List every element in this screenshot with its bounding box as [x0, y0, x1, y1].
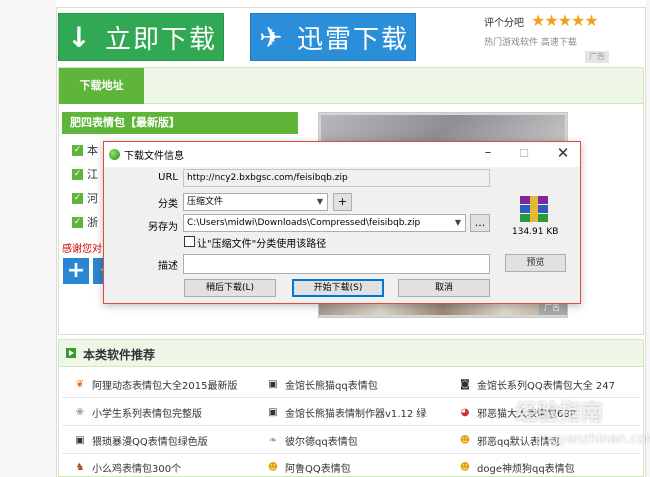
browse-button[interactable]: ... [470, 214, 490, 232]
list-item[interactable]: ◙ 金馆长系列QQ表情包大全 247 [459, 377, 615, 393]
thanks-text: 感谢您对 [62, 244, 102, 255]
app-icon: ▣ [268, 406, 278, 418]
download-now-button[interactable]: ↓ 立即下载 [58, 13, 224, 61]
divider [62, 453, 640, 454]
close-icon[interactable]: ✕ [553, 144, 573, 162]
list-item[interactable]: ❧ 彼尔德qq表情包 [267, 433, 358, 449]
minimize-icon[interactable]: – [478, 145, 498, 160]
saveas-label: 另存为 [148, 222, 178, 233]
download-link-row[interactable]: ✓ 浙 [72, 214, 98, 230]
maximize-icon[interactable]: ☐ [514, 147, 534, 160]
list-item[interactable]: ▣ 金馆长熊猫qq表情包 [267, 377, 377, 393]
download-link-row[interactable]: ✓ 河 [72, 190, 98, 206]
app-icon: ◕ [460, 406, 470, 418]
recommend-header: 本类软件推荐 [59, 340, 643, 367]
chevron-down-icon: ▼ [316, 197, 323, 206]
start-download-button[interactable]: 开始下载(S) [292, 279, 384, 297]
app-icon: ◙ [460, 378, 470, 390]
file-size: 134.91 KB [512, 227, 559, 237]
list-item[interactable]: ❦ 阿狸动态表情包大全2015最新版 [74, 377, 238, 393]
play-icon [66, 348, 76, 358]
rate-label: 评个分吧 [484, 18, 524, 29]
app-icon: ▣ [268, 378, 278, 390]
watermark: 经验指南 [515, 401, 604, 426]
list-item[interactable]: ☻ doge神烦狗qq表情包 [459, 460, 575, 476]
preview-button[interactable]: 预览 [505, 254, 566, 272]
dialog-title: 下载文件信息 [124, 151, 184, 162]
xunlei-download-label: 迅雷下载 [297, 24, 410, 55]
xunlei-bird-icon: ✈ [259, 20, 283, 54]
idm-app-icon [109, 149, 120, 160]
list-item[interactable]: ❀ 小学生系列表情包完整版 [74, 405, 202, 421]
list-item[interactable]: ▣ 猥琐暴漫QQ表情包绿色版 [74, 433, 207, 449]
list-item[interactable]: ♞ 小么鸡表情包300个 [74, 460, 182, 476]
download-link-row[interactable]: ✓ 江 [72, 166, 98, 182]
app-icon: ☻ [459, 434, 471, 446]
check-icon: ✓ [72, 216, 83, 228]
check-icon: ✓ [72, 144, 83, 156]
sub-links[interactable]: 热门游戏软件 高速下载 [484, 35, 577, 48]
url-field[interactable]: http://ncy2.bxbgsc.com/feisibqb.zip [183, 169, 490, 187]
dialog-titlebar[interactable]: 下载文件信息 – ☐ ✕ [104, 142, 580, 167]
app-icon: ☻ [267, 461, 279, 473]
top-divider [56, 0, 646, 8]
package-title: 肥四表情包【最新版】 [62, 112, 298, 134]
cancel-button[interactable]: 取消 [398, 279, 490, 297]
rating-stars[interactable]: ★★★★★ [531, 11, 599, 30]
category-select[interactable]: 压缩文件 ▼ [183, 193, 328, 211]
app-icon: ❀ [75, 406, 85, 418]
description-field[interactable] [183, 254, 490, 274]
watermark-url: jingyanzhinan.com [535, 432, 650, 447]
url-label: URL [158, 172, 178, 183]
winrar-archive-icon [518, 196, 550, 224]
chevron-down-icon: ▼ [454, 218, 461, 227]
xunlei-download-button[interactable]: ✈ 迅雷下载 [250, 13, 416, 61]
add-category-button[interactable]: + [333, 193, 352, 211]
tab-download-address[interactable]: 下载地址 [59, 68, 144, 104]
ad-tag: 广告 [585, 51, 609, 63]
description-label: 描述 [158, 261, 178, 272]
download-now-label: 立即下载 [105, 24, 218, 55]
download-link-row[interactable]: ✓ 本 [72, 142, 98, 158]
app-icon: ❦ [75, 378, 85, 390]
list-item[interactable]: ▣ 金馆长熊猫表情制作器v1.12 绿 [267, 405, 426, 421]
share-plus-icon[interactable]: + [63, 258, 89, 284]
use-path-checkbox-label: 让"压缩文件"分类使用该路径 [197, 239, 327, 250]
app-icon: ❧ [268, 434, 278, 446]
download-later-button[interactable]: 稍后下载(L) [184, 279, 276, 297]
check-icon: ✓ [72, 168, 83, 180]
category-label: 分类 [158, 199, 178, 210]
list-item[interactable]: ☻ 阿鲁QQ表情包 [267, 460, 351, 476]
app-icon: ☻ [459, 461, 471, 473]
app-icon: ▣ [75, 434, 85, 446]
check-icon: ✓ [72, 192, 83, 204]
recommend-title: 本类软件推荐 [83, 348, 156, 362]
download-panel-header: 下载地址 [59, 68, 643, 104]
saveas-path-select[interactable]: C:\Users\midwi\Downloads\Compressed\feis… [183, 214, 466, 232]
download-arrow-icon: ↓ [67, 20, 91, 54]
use-path-checkbox[interactable] [184, 236, 195, 247]
app-icon: ♞ [75, 461, 85, 473]
